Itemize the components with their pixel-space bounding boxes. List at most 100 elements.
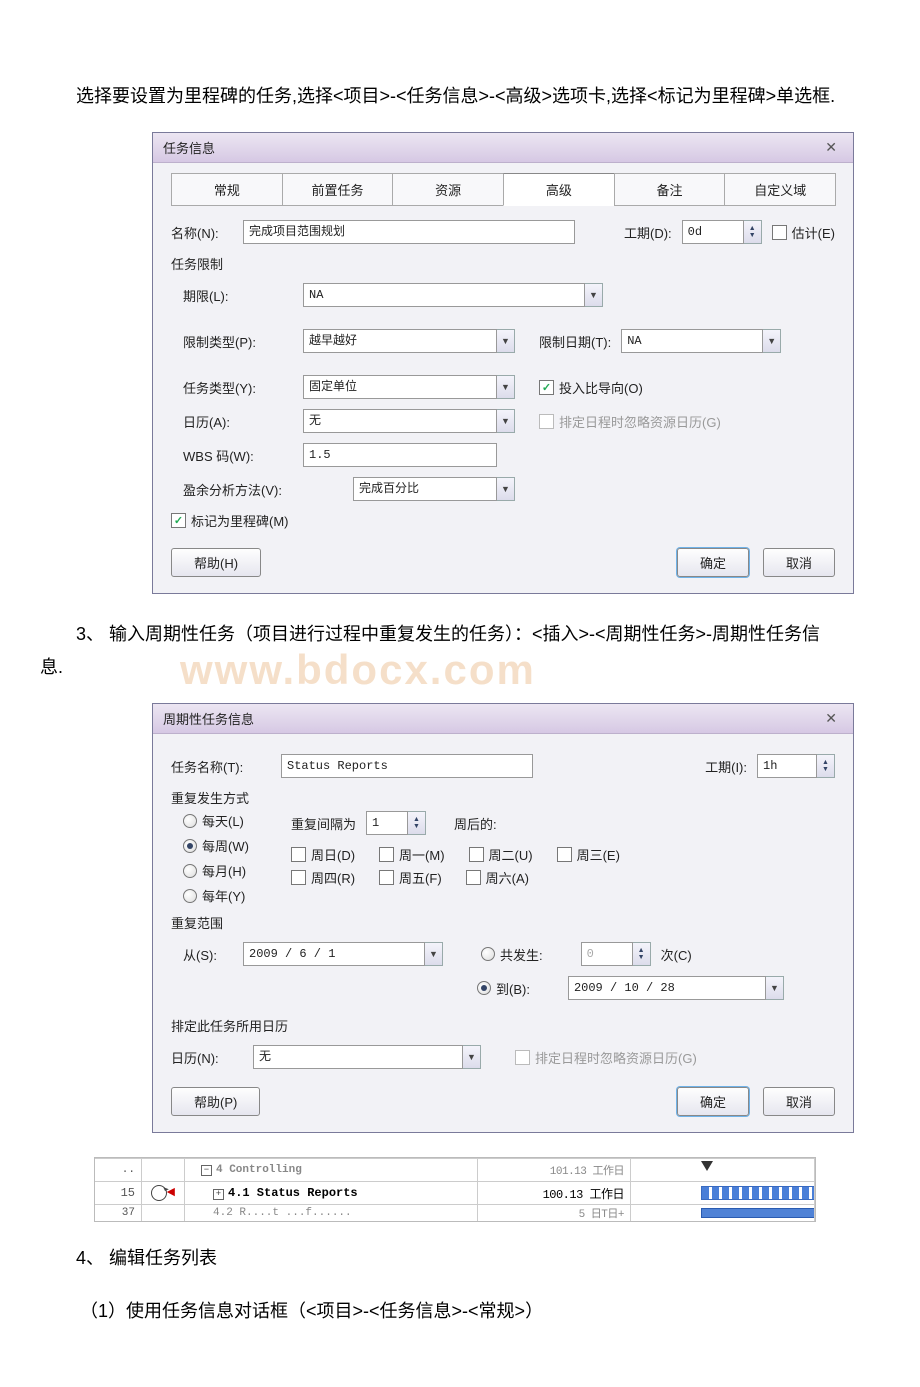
row-number: .. [95, 1159, 142, 1181]
indicator-cell [142, 1159, 185, 1181]
thu-checkbox[interactable]: 周四(R) [291, 868, 355, 887]
milestone-checkbox[interactable]: ✓ 标记为里程碑(M) [171, 511, 289, 530]
cancel-button[interactable]: 取消 [763, 548, 835, 577]
recurring-instruction-paragraph: 3、 输入周期性任务（项目进行过程中重复发生的任务）：<插入>-<周期性任务>-… [40, 618, 840, 683]
duration-cell: 101.13 工作日 [478, 1159, 631, 1181]
ev-method-input[interactable]: 完成百分比 [353, 477, 497, 501]
chevron-down-icon[interactable]: ▼ [425, 942, 443, 966]
daily-label: 每天(L) [202, 811, 244, 830]
weekly-radio[interactable]: 每周(W) [183, 836, 273, 855]
chevron-down-icon[interactable]: ▼ [463, 1045, 481, 1069]
occur-spinner[interactable]: 0 ▲▼ [581, 942, 651, 966]
monthly-radio[interactable]: 每月(H) [183, 861, 273, 880]
spinner-icon[interactable]: ▲▼ [817, 754, 835, 778]
radio-icon [481, 947, 495, 961]
close-icon[interactable]: ✕ [819, 139, 843, 156]
table-row: 37 4.2 R....t ...f...... 5 日T日+ [95, 1204, 815, 1221]
from-date-combo[interactable]: 2009 / 6 / 1 ▼ [243, 942, 443, 966]
ok-button[interactable]: 确定 [677, 548, 749, 577]
collapse-icon[interactable]: − [201, 1165, 212, 1176]
row-number: 37 [95, 1205, 142, 1221]
duration-input[interactable]: 1h [757, 754, 817, 778]
calendar-input[interactable]: 无 [253, 1045, 463, 1069]
until-date-input[interactable]: 2009 / 10 / 28 [568, 976, 766, 1000]
ok-button[interactable]: 确定 [677, 1087, 749, 1116]
duration-spinner[interactable]: 0d ▲▼ [682, 220, 762, 244]
constraint-date-input[interactable]: NA [621, 329, 763, 353]
table-row[interactable]: 15 ◄ +4.1 Status Reports 100.13 工作日 [95, 1181, 815, 1204]
mon-checkbox[interactable]: 周一(M) [379, 845, 445, 864]
expand-icon[interactable]: + [213, 1189, 224, 1200]
interval-input[interactable]: 1 [366, 811, 408, 835]
tab-custom[interactable]: 自定义域 [724, 173, 836, 206]
tab-predecessors[interactable]: 前置任务 [282, 173, 394, 206]
chevron-down-icon[interactable]: ▼ [763, 329, 781, 353]
deadline-combo[interactable]: NA ▼ [303, 283, 603, 307]
task-type-combo[interactable]: 固定单位 ▼ [303, 375, 515, 399]
tab-resources[interactable]: 资源 [392, 173, 504, 206]
constraint-type-input[interactable]: 越早越好 [303, 329, 497, 353]
chevron-down-icon[interactable]: ▼ [497, 409, 515, 433]
help-button[interactable]: 帮助(P) [171, 1087, 260, 1116]
constraint-section-label: 任务限制 [171, 254, 835, 273]
close-icon[interactable]: ✕ [819, 710, 843, 727]
name-input[interactable]: Status Reports [281, 754, 533, 778]
chevron-down-icon[interactable]: ▼ [497, 477, 515, 501]
gantt-bar-cell [631, 1182, 815, 1204]
dialog-titlebar: 周期性任务信息 ✕ [153, 704, 853, 734]
name-input[interactable]: 完成项目范围规划 [243, 220, 575, 244]
chevron-down-icon[interactable]: ▼ [497, 375, 515, 399]
spinner-icon[interactable]: ▲▼ [633, 942, 651, 966]
duration-input[interactable]: 0d [682, 220, 744, 244]
duration-spinner[interactable]: 1h ▲▼ [757, 754, 835, 778]
yearly-radio[interactable]: 每年(Y) [183, 886, 273, 905]
tab-advanced[interactable]: 高级 [503, 173, 615, 206]
duration-cell: 5 日T日+ [478, 1205, 631, 1221]
wed-label: 周三(E) [577, 845, 620, 864]
calendar-input[interactable]: 无 [303, 409, 497, 433]
tue-checkbox[interactable]: 周二(U) [469, 845, 533, 864]
duration-cell[interactable]: 100.13 工作日 [478, 1182, 631, 1204]
chevron-down-icon[interactable]: ▼ [766, 976, 784, 1000]
sun-checkbox[interactable]: 周日(D) [291, 845, 355, 864]
calendar-combo[interactable]: 无 ▼ [303, 409, 515, 433]
daily-radio[interactable]: 每天(L) [183, 811, 273, 830]
fri-checkbox[interactable]: 周五(F) [379, 868, 442, 887]
tab-general[interactable]: 常规 [171, 173, 283, 206]
constraint-date-combo[interactable]: NA ▼ [621, 329, 781, 353]
tab-notes[interactable]: 备注 [614, 173, 726, 206]
radio-icon [183, 814, 197, 828]
row-number: 15 [95, 1182, 142, 1204]
radio-icon [477, 981, 491, 995]
effort-driven-checkbox[interactable]: ✓ 投入比导向(O) [539, 378, 643, 397]
task-type-input[interactable]: 固定单位 [303, 375, 497, 399]
end-by-radio[interactable]: 到(B): [477, 979, 530, 998]
from-date-input[interactable]: 2009 / 6 / 1 [243, 942, 425, 966]
estimate-checkbox[interactable]: 估计(E) [772, 223, 835, 242]
cancel-button[interactable]: 取消 [763, 1087, 835, 1116]
spinner-icon[interactable]: ▲▼ [408, 811, 426, 835]
occur-input[interactable]: 0 [581, 942, 633, 966]
until-date-combo[interactable]: 2009 / 10 / 28 ▼ [568, 976, 784, 1000]
spinner-icon[interactable]: ▲▼ [744, 220, 762, 244]
interval-spinner[interactable]: 1 ▲▼ [366, 811, 426, 835]
range-section-label: 重复范围 [171, 913, 835, 932]
ev-method-combo[interactable]: 完成百分比 ▼ [353, 477, 515, 501]
milestone-label: 标记为里程碑(M) [191, 511, 289, 530]
sat-checkbox[interactable]: 周六(A) [466, 868, 529, 887]
task-name-cell[interactable]: +4.1 Status Reports [185, 1182, 478, 1204]
occur-label: 共发生: [500, 945, 543, 964]
radio-icon [183, 889, 197, 903]
calendar-combo[interactable]: 无 ▼ [253, 1045, 481, 1069]
wbs-label: WBS 码(W): [183, 446, 293, 465]
checkbox-icon [466, 870, 481, 885]
help-button[interactable]: 帮助(H) [171, 548, 261, 577]
deadline-input[interactable]: NA [303, 283, 585, 307]
chevron-down-icon[interactable]: ▼ [497, 329, 515, 353]
wed-checkbox[interactable]: 周三(E) [557, 845, 620, 864]
wbs-input[interactable]: 1.5 [303, 443, 497, 467]
chevron-down-icon[interactable]: ▼ [585, 283, 603, 307]
end-after-radio[interactable]: 共发生: [481, 945, 543, 964]
gantt-bar-cell [631, 1159, 815, 1181]
constraint-type-combo[interactable]: 越早越好 ▼ [303, 329, 515, 353]
